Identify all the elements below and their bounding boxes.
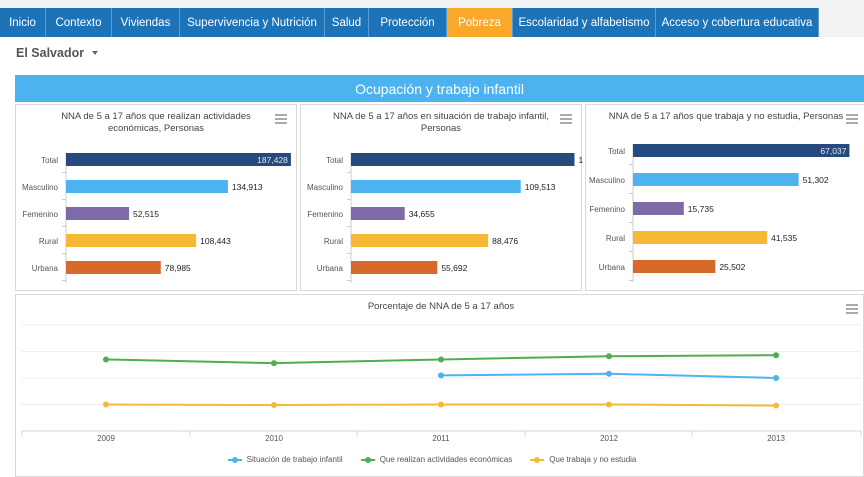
data-label: 108,443	[200, 236, 231, 246]
legend-label: Que trabaja y no estudia	[549, 455, 637, 464]
data-point	[438, 401, 444, 408]
nav-tab-pobreza[interactable]: Pobreza	[447, 8, 513, 37]
data-point	[606, 401, 612, 408]
chart-panel-child-labour: NNA de 5 a 17 años en situación de traba…	[300, 104, 583, 291]
bar-rural	[633, 231, 768, 244]
data-label: 41,535	[771, 233, 797, 243]
data-label: 25,502	[719, 262, 745, 272]
data-point	[438, 372, 444, 379]
data-point	[773, 375, 779, 381]
chart-panel-percentage: Porcentaje de NNA de 5 a 17 años 2009 201…	[15, 294, 864, 477]
data-label: 34,655	[409, 209, 435, 219]
category-label: Rural	[324, 237, 343, 246]
bar-masculino	[633, 173, 799, 186]
data-label: 51,302	[803, 175, 829, 185]
nav-tab-protecci-n[interactable]: Protección	[369, 8, 447, 37]
data-point	[438, 356, 444, 363]
category-label: Rural	[39, 237, 58, 246]
legend-label: Situación de trabajo infantil	[246, 455, 343, 464]
category-label: Total	[608, 147, 625, 156]
nav-tab-supervivencia-y-nutrici-n[interactable]: Supervivencia y Nutrición	[180, 8, 325, 37]
legend-item[interactable]: Que trabaja y no estudia	[530, 455, 636, 464]
category-label: Rural	[606, 234, 625, 243]
category-label: Total	[41, 156, 58, 165]
data-point	[271, 360, 277, 367]
nav-tab-salud[interactable]: Salud	[325, 8, 369, 37]
line-chart-percentage: 2009 2010 2011 2012 2013	[21, 324, 862, 443]
data-label: 67,037	[820, 146, 846, 156]
data-label: 134,913	[232, 182, 263, 192]
chart-panel-economic-activities: NNA de 5 a 17 años que realizan activida…	[15, 104, 297, 291]
data-point	[773, 352, 779, 359]
category-label: Femenino	[307, 210, 343, 219]
section-header: Ocupación y trabajo infantil	[15, 75, 864, 102]
bar-masculino	[66, 180, 228, 193]
category-label: Masculino	[589, 176, 626, 185]
category-label: Femenino	[22, 210, 58, 219]
category-label: Urbana	[32, 264, 59, 273]
data-point	[773, 402, 779, 409]
nav-tab-escolaridad-y-alfabetismo[interactable]: Escolaridad y alfabetismo	[513, 8, 656, 37]
legend-item[interactable]: Que realizan actividades económicas	[360, 455, 513, 464]
country-dropdown-value: El Salvador	[16, 46, 85, 60]
data-label: 55,692	[441, 263, 467, 273]
nav-tabs: Inicio Contexto Viviendas Supervivencia y N…	[0, 8, 819, 37]
nav-tab-acceso-y-cobertura-educativa[interactable]: Acceso y cobertura educativa	[656, 8, 819, 37]
data-point	[606, 370, 612, 377]
bar-urbana	[633, 260, 716, 273]
category-label: Urbana	[599, 263, 626, 272]
line-chart-legend: Situación de trabajo infantil Que realiza…	[0, 455, 864, 464]
bar-rural	[351, 234, 489, 247]
legend-swatch-icon	[360, 456, 375, 464]
category-label: Total	[326, 156, 343, 165]
data-point	[271, 402, 277, 409]
data-label: 187,428	[257, 155, 288, 165]
bar-masculino	[351, 180, 521, 193]
legend-swatch-icon	[227, 456, 242, 464]
legend-item[interactable]: Situación de trabajo infantil	[227, 455, 343, 464]
data-label: 15,735	[688, 204, 714, 214]
data-label: 109,513	[525, 182, 556, 192]
x-tick-label: 2013	[767, 434, 785, 443]
nav-tab-contexto[interactable]: Contexto	[46, 8, 112, 37]
data-label: 78,985	[165, 263, 191, 273]
bar-femenino	[351, 207, 405, 220]
section-title: Ocupación y trabajo infantil	[355, 80, 524, 97]
bar-total	[633, 144, 850, 157]
x-tick-label: 2012	[600, 434, 618, 443]
data-label: 144,168	[578, 155, 583, 165]
bar-chart-economic-activities: Total 187,428 Masculino 134,913 Femenino 52,5…	[22, 153, 291, 283]
bar-chart-child-labour: Total 144,168 Masculino 109,513 Femenino 34,6…	[307, 153, 583, 283]
x-tick-label: 2009	[97, 434, 115, 443]
bar-urbana	[351, 261, 438, 274]
category-label: Masculino	[307, 183, 344, 192]
data-point	[103, 401, 109, 408]
bar-total	[351, 153, 575, 166]
category-label: Masculino	[22, 183, 59, 192]
x-tick-label: 2011	[432, 434, 450, 443]
bar-chart-work-no-study: Total 67,037 Masculino 51,302 Femenino 15,735…	[589, 144, 850, 282]
nav-tab-viviendas[interactable]: Viviendas	[112, 8, 180, 37]
category-label: Urbana	[317, 264, 344, 273]
data-label: 88,476	[492, 236, 518, 246]
legend-swatch-icon	[530, 456, 545, 464]
bar-femenino	[633, 202, 684, 215]
top-nav: Inicio Contexto Viviendas Supervivencia y N…	[0, 0, 864, 37]
bar-femenino	[66, 207, 130, 220]
bar-rural	[66, 234, 197, 247]
bar-urbana	[66, 261, 161, 274]
category-label: Femenino	[589, 205, 625, 214]
chevron-down-icon	[92, 51, 99, 55]
data-point	[103, 356, 109, 363]
data-point	[606, 353, 612, 360]
x-tick-label: 2010	[265, 434, 283, 443]
data-label: 52,515	[133, 209, 159, 219]
country-dropdown[interactable]: El Salvador	[16, 46, 99, 60]
chart-panel-work-no-study: NNA de 5 a 17 años que trabaja y no estu…	[585, 104, 864, 291]
legend-label: Que realizan actividades económicas	[379, 455, 513, 464]
nav-tab-inicio[interactable]: Inicio	[0, 8, 46, 37]
